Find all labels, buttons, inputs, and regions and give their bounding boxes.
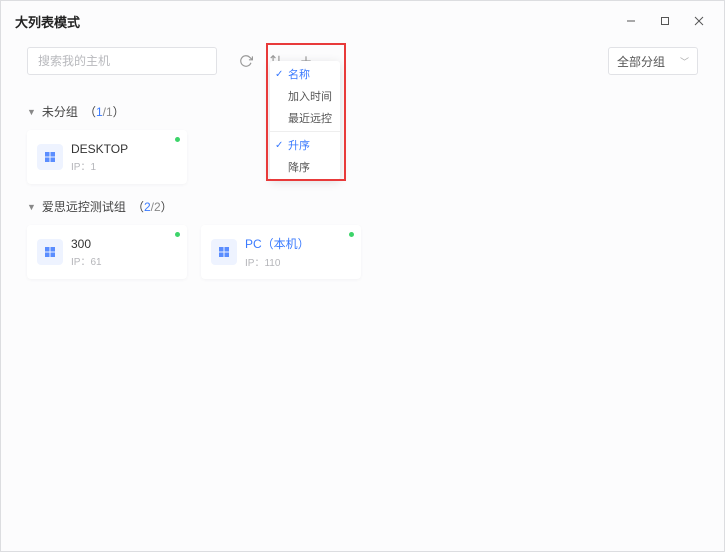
app-window: 大列表模式 全部分组 ﹀ ▼ 未分组 bbox=[0, 0, 725, 552]
host-card[interactable]: DESKTOP IP：1 bbox=[27, 130, 187, 184]
group-select[interactable]: 全部分组 ﹀ bbox=[608, 47, 698, 75]
sort-order-asc[interactable]: 升序 bbox=[270, 134, 340, 156]
group-total: 2 bbox=[154, 200, 161, 214]
titlebar: 大列表模式 bbox=[1, 1, 724, 41]
sort-option-join-time[interactable]: 加入时间 bbox=[270, 85, 340, 107]
content: ▼ 未分组 （1/1） DESKTOP IP：1 ▼ 爱思远控测试组 （2/2） bbox=[1, 81, 724, 287]
group-name: 未分组 bbox=[42, 103, 78, 120]
chevron-down-icon: ▼ bbox=[27, 107, 36, 117]
status-online-icon bbox=[349, 232, 354, 237]
status-online-icon bbox=[175, 232, 180, 237]
host-card[interactable]: PC（本机） IP：110 bbox=[201, 225, 361, 279]
refresh-button[interactable] bbox=[233, 48, 259, 74]
group-count-wrap: （2/2） bbox=[132, 198, 173, 215]
sort-menu: 名称 加入时间 最近远控 升序 降序 bbox=[270, 61, 340, 180]
host-name: DESKTOP bbox=[71, 142, 128, 156]
chevron-down-icon: ▼ bbox=[27, 202, 36, 212]
host-ip: IP：61 bbox=[71, 253, 102, 268]
host-ip: IP：1 bbox=[71, 158, 128, 173]
close-button[interactable] bbox=[684, 6, 714, 36]
toolbar: 全部分组 ﹀ bbox=[1, 41, 724, 81]
group-count: 2 bbox=[144, 200, 151, 214]
host-name: PC（本机） bbox=[245, 235, 310, 252]
group-header[interactable]: ▼ 未分组 （1/1） bbox=[27, 103, 698, 120]
host-ip: IP：110 bbox=[245, 254, 310, 269]
group-count: 1 bbox=[96, 105, 103, 119]
status-online-icon bbox=[175, 137, 180, 142]
chevron-down-icon: ﹀ bbox=[680, 55, 689, 68]
sort-option-name[interactable]: 名称 bbox=[270, 63, 340, 85]
window-title: 大列表模式 bbox=[15, 12, 80, 31]
card-list: 300 IP：61 PC（本机） IP：110 bbox=[27, 225, 698, 279]
group-total: 1 bbox=[106, 105, 113, 119]
host-icon bbox=[37, 144, 63, 170]
search-input[interactable] bbox=[27, 47, 217, 75]
sort-order-desc[interactable]: 降序 bbox=[270, 156, 340, 178]
host-name: 300 bbox=[71, 237, 102, 251]
group-select-label: 全部分组 bbox=[617, 53, 665, 70]
host-icon bbox=[211, 239, 237, 265]
card-list: DESKTOP IP：1 bbox=[27, 130, 698, 184]
host-icon bbox=[37, 239, 63, 265]
host-card[interactable]: 300 IP：61 bbox=[27, 225, 187, 279]
window-controls bbox=[616, 6, 714, 36]
group-count-wrap: （1/1） bbox=[84, 103, 125, 120]
sort-option-recent[interactable]: 最近远控 bbox=[270, 107, 340, 129]
minimize-button[interactable] bbox=[616, 6, 646, 36]
group-header[interactable]: ▼ 爱思远控测试组 （2/2） bbox=[27, 198, 698, 215]
maximize-button[interactable] bbox=[650, 6, 680, 36]
group-name: 爱思远控测试组 bbox=[42, 198, 126, 215]
